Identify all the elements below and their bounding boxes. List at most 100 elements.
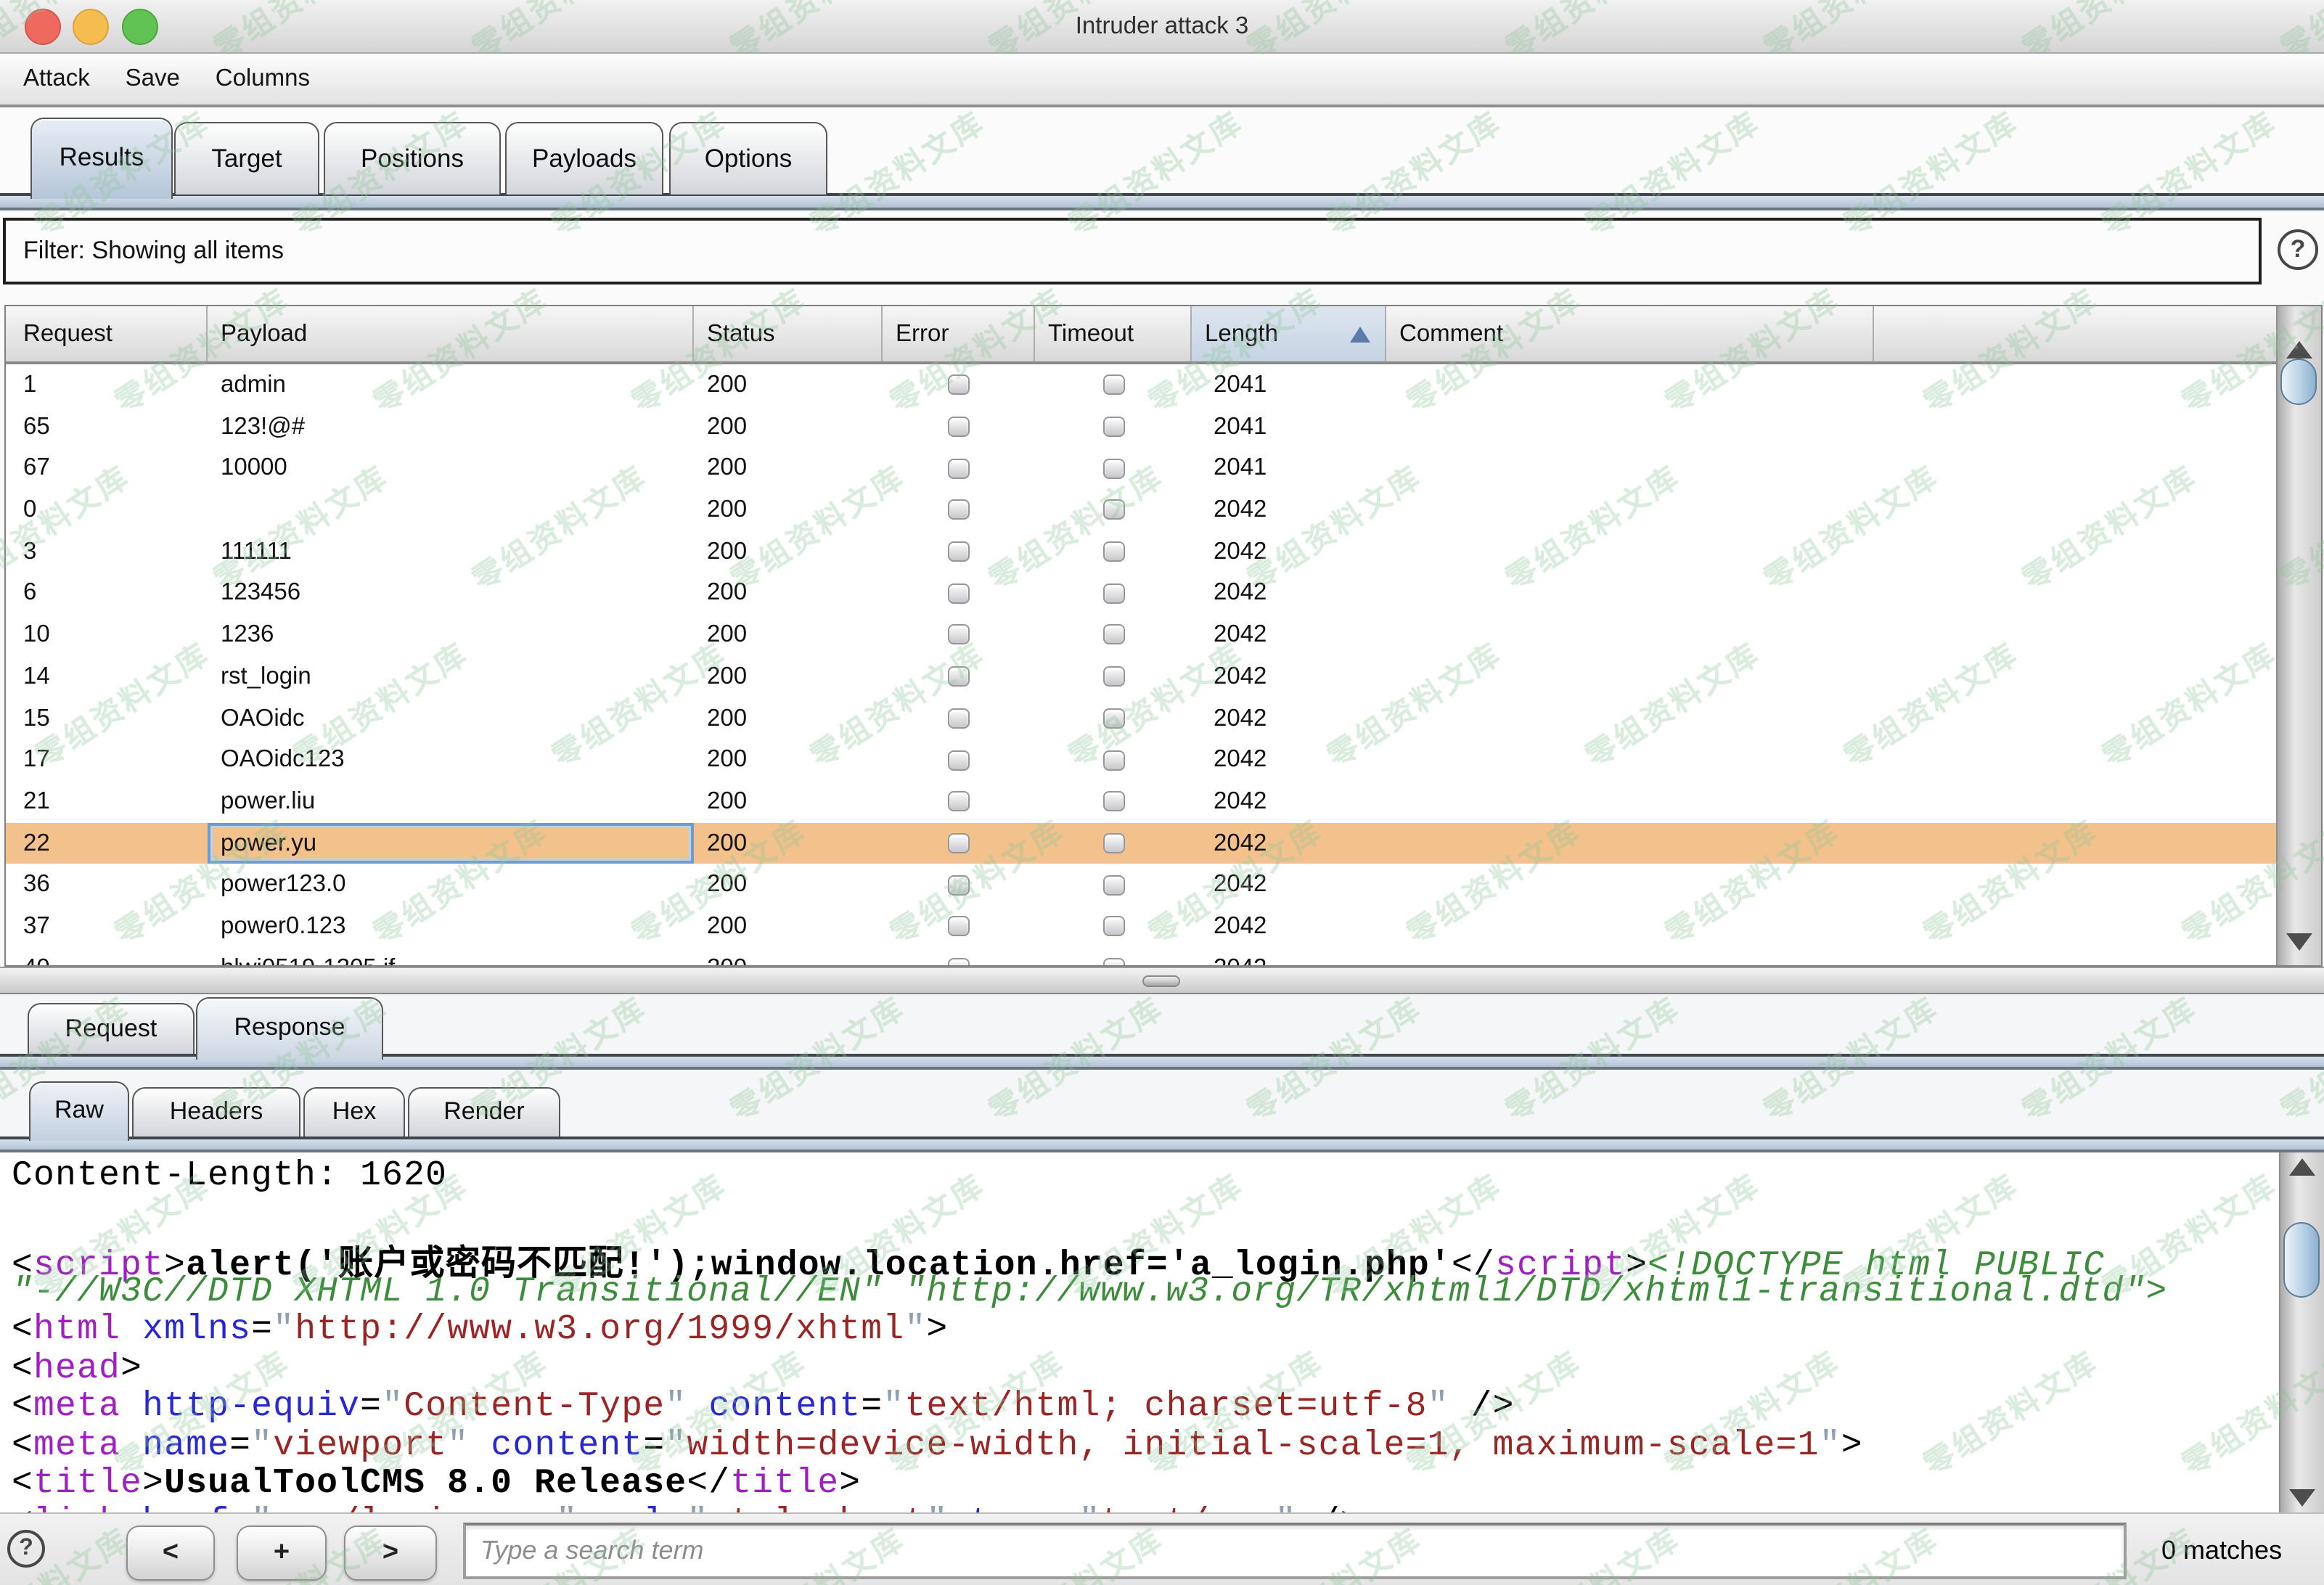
prev-match-button[interactable]: < — [126, 1525, 215, 1581]
response-pane[interactable]: Content-Length: 1620<script>alert('账户或密码… — [0, 1152, 2324, 1512]
timeout-checkbox[interactable] — [1102, 375, 1124, 396]
error-checkbox[interactable] — [948, 375, 970, 396]
timeout-checkbox[interactable] — [1102, 958, 1124, 965]
menu-item-save[interactable]: Save — [126, 54, 180, 103]
table-row[interactable]: 17OAOidc1232002042 — [6, 739, 2276, 780]
table-cell: 200 — [694, 906, 883, 947]
error-checkbox[interactable] — [948, 917, 970, 937]
table-cell: 10000 — [208, 448, 694, 489]
error-checkbox[interactable] — [948, 625, 970, 645]
scroll-up-icon[interactable] — [2289, 1158, 2315, 1176]
column-header-error[interactable]: Error — [883, 306, 1035, 361]
error-checkbox[interactable] — [948, 458, 970, 478]
table-cell: power.liu — [208, 781, 694, 822]
table-row[interactable]: 1012362002042 — [6, 614, 2276, 655]
tab-payloads[interactable]: Payloads — [505, 122, 663, 194]
tab-results[interactable]: Results — [30, 118, 173, 199]
response-scrollbar[interactable] — [2279, 1152, 2324, 1512]
tab-target[interactable]: Target — [174, 122, 319, 194]
table-cell: 14 — [6, 656, 208, 697]
splitter-handle[interactable] — [1142, 975, 1180, 987]
zoom-button[interactable] — [122, 9, 158, 45]
tab-raw[interactable]: Raw — [29, 1081, 129, 1141]
table-cell — [1035, 864, 1192, 906]
tab-positions[interactable]: Positions — [324, 122, 501, 194]
table-row[interactable]: 14rst_login2002042 — [6, 656, 2276, 697]
search-help-icon[interactable]: ? — [7, 1530, 45, 1568]
table-cell — [1386, 947, 1874, 965]
tab-render[interactable]: Render — [408, 1087, 560, 1136]
table-cell: 200 — [694, 739, 883, 780]
column-header-status[interactable]: Status — [694, 306, 883, 361]
tab-request[interactable]: Request — [28, 1003, 195, 1054]
match-count: 0 matches — [2161, 1514, 2282, 1585]
column-header-timeout[interactable]: Timeout — [1035, 306, 1192, 361]
scroll-up-icon[interactable] — [2286, 341, 2312, 359]
table-row[interactable]: 65123!@#2002041 — [6, 406, 2276, 447]
table-cell — [208, 489, 694, 531]
error-checkbox[interactable] — [948, 541, 970, 562]
error-checkbox[interactable] — [948, 583, 970, 604]
table-cell — [1386, 531, 1874, 573]
filter-bar[interactable]: Filter: Showing all items — [3, 218, 2262, 284]
table-row[interactable]: 40hlwi0519-1205.if2002042 — [6, 947, 2276, 965]
error-checkbox[interactable] — [948, 708, 970, 729]
filter-help-icon[interactable]: ? — [2278, 229, 2318, 270]
tab-hex[interactable]: Hex — [303, 1087, 405, 1136]
table-row[interactable]: 22power.yu2002042 — [6, 822, 2276, 864]
scroll-down-icon[interactable] — [2289, 1489, 2315, 1507]
timeout-checkbox[interactable] — [1102, 833, 1124, 853]
tab-headers[interactable]: Headers — [132, 1087, 300, 1136]
response-line: <head> — [12, 1349, 2279, 1388]
table-row[interactable]: 37power0.1232002042 — [6, 906, 2276, 947]
timeout-checkbox[interactable] — [1102, 708, 1124, 729]
table-row[interactable]: 21power.liu2002042 — [6, 781, 2276, 822]
table-row[interactable]: 67100002002041 — [6, 448, 2276, 489]
table-row[interactable]: 61234562002042 — [6, 573, 2276, 614]
table-row[interactable]: 36power123.02002042 — [6, 864, 2276, 906]
table-scrollbar[interactable] — [2276, 306, 2321, 965]
column-header-comment[interactable]: Comment — [1386, 306, 1874, 361]
table-row[interactable]: 1admin2002041 — [6, 364, 2276, 406]
table-cell — [883, 448, 1035, 489]
error-checkbox[interactable] — [948, 500, 970, 520]
timeout-checkbox[interactable] — [1102, 417, 1124, 437]
column-header-payload[interactable]: Payload — [208, 306, 694, 361]
error-checkbox[interactable] — [948, 666, 970, 687]
table-scrollbar-thumb[interactable] — [2280, 359, 2317, 405]
menu-item-columns[interactable]: Columns — [216, 54, 310, 103]
table-cell: 3 — [6, 531, 208, 573]
timeout-checkbox[interactable] — [1102, 917, 1124, 937]
menu-item-attack[interactable]: Attack — [23, 54, 90, 103]
scroll-down-icon[interactable] — [2286, 933, 2312, 951]
search-input[interactable] — [463, 1523, 2127, 1579]
error-checkbox[interactable] — [948, 958, 970, 965]
timeout-checkbox[interactable] — [1102, 583, 1124, 604]
error-checkbox[interactable] — [948, 875, 970, 895]
column-header-request[interactable]: Request — [6, 306, 208, 361]
error-checkbox[interactable] — [948, 750, 970, 770]
timeout-checkbox[interactable] — [1102, 625, 1124, 645]
timeout-checkbox[interactable] — [1102, 500, 1124, 520]
timeout-checkbox[interactable] — [1102, 875, 1124, 895]
table-row[interactable]: 31111112002042 — [6, 531, 2276, 573]
response-scrollbar-thumb[interactable] — [2283, 1222, 2320, 1298]
table-row[interactable]: 15OAOidc2002042 — [6, 697, 2276, 739]
tab-options[interactable]: Options — [669, 122, 827, 194]
column-header-length[interactable]: Length — [1192, 306, 1386, 361]
error-checkbox[interactable] — [948, 417, 970, 437]
error-checkbox[interactable] — [948, 833, 970, 853]
minimize-button[interactable] — [73, 9, 109, 45]
tab-response[interactable]: Response — [196, 997, 383, 1060]
timeout-checkbox[interactable] — [1102, 666, 1124, 687]
table-row[interactable]: 02002042 — [6, 489, 2276, 531]
close-button[interactable] — [25, 9, 61, 45]
timeout-checkbox[interactable] — [1102, 458, 1124, 478]
error-checkbox[interactable] — [948, 791, 970, 811]
timeout-checkbox[interactable] — [1102, 541, 1124, 562]
plus-button[interactable]: + — [237, 1525, 327, 1581]
timeout-checkbox[interactable] — [1102, 750, 1124, 770]
next-match-button[interactable]: > — [344, 1525, 437, 1581]
timeout-checkbox[interactable] — [1102, 791, 1124, 811]
pane-splitter[interactable] — [0, 967, 2324, 994]
